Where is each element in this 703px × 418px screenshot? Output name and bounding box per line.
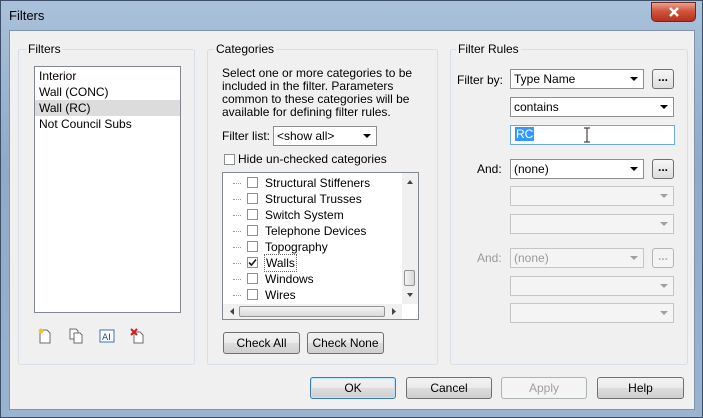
filter-item-wall-conc[interactable]: Wall (CONC) — [35, 84, 180, 100]
filter-by-value: Type Name — [514, 72, 576, 86]
and-value-2: (none) — [514, 251, 549, 265]
category-row[interactable]: Topography — [223, 239, 403, 255]
filter-list-dropdown[interactable]: <show all> — [273, 126, 377, 146]
category-checkbox-walls[interactable] — [247, 257, 258, 268]
rule-value-text: RC — [515, 127, 535, 141]
horizontal-scroll-thumb[interactable] — [239, 306, 385, 317]
and-more-button-2[interactable]: ... — [652, 248, 674, 268]
check-all-button[interactable]: Check All — [223, 332, 300, 354]
filters-list[interactable]: Interior Wall (CONC) Wall (RC) Not Counc… — [34, 66, 181, 313]
categories-vertical-scrollbar[interactable] — [402, 173, 418, 304]
svg-text:AI: AI — [102, 333, 111, 343]
category-checkbox[interactable] — [247, 193, 258, 204]
duplicate-filter-icon[interactable] — [68, 328, 84, 344]
category-label: Windows — [265, 272, 314, 286]
filter-rules-group-label: Filter Rules — [456, 42, 521, 56]
filters-dialog: Filters Filters Interior Wall (CONC) Wal… — [0, 0, 703, 418]
chevron-down-icon — [630, 256, 638, 260]
operator-dropdown[interactable]: contains — [510, 97, 674, 117]
apply-button[interactable]: Apply — [501, 377, 587, 399]
scroll-down-icon[interactable] — [402, 288, 418, 302]
categories-list[interactable]: Structural Stiffeners Structural Trusses… — [222, 172, 419, 320]
rename-filter-icon[interactable]: AI — [99, 328, 115, 344]
category-label: Topography — [265, 240, 328, 254]
chevron-down-icon — [363, 134, 371, 138]
check-none-button[interactable]: Check None — [307, 332, 384, 354]
and-value-1: (none) — [514, 162, 549, 176]
and-dropdown-1[interactable]: (none) — [510, 159, 644, 179]
filter-item-interior[interactable]: Interior — [35, 68, 180, 84]
window-title: Filters — [9, 8, 45, 23]
category-row[interactable]: Structural Trusses — [223, 191, 403, 207]
filter-by-dropdown[interactable]: Type Name — [510, 69, 644, 89]
filter-list-value: <show all> — [277, 129, 335, 143]
category-label: Walls — [264, 254, 297, 272]
cancel-button[interactable]: Cancel — [406, 377, 492, 399]
hide-unchecked-label: Hide un-checked categories — [238, 152, 387, 166]
category-checkbox[interactable] — [247, 225, 258, 236]
chevron-down-icon — [630, 77, 638, 81]
category-row[interactable]: Wires — [223, 287, 403, 303]
scroll-thumb[interactable] — [404, 270, 415, 286]
hide-unchecked-checkbox[interactable] — [224, 154, 235, 165]
scroll-left-icon[interactable] — [225, 304, 239, 319]
filter-item-not-council-subs[interactable]: Not Council Subs — [35, 116, 180, 132]
and-operator-dropdown-2[interactable] — [510, 276, 674, 296]
category-row[interactable]: Walls — [223, 254, 403, 272]
and-more-button-1[interactable]: ... — [652, 159, 674, 179]
and-label-2: And: — [477, 251, 502, 265]
category-label: Telephone Devices — [265, 224, 367, 238]
close-button[interactable] — [651, 2, 696, 22]
category-label: Switch System — [265, 208, 344, 222]
and-operator-dropdown-1[interactable] — [510, 186, 674, 206]
categories-group-label: Categories — [214, 42, 277, 56]
category-checkbox[interactable] — [247, 241, 258, 252]
rule-value-field[interactable]: RC — [510, 125, 675, 145]
category-label: Structural Trusses — [265, 192, 362, 206]
filter-list-label: Filter list: — [222, 129, 270, 143]
and-value-field-2[interactable] — [510, 303, 674, 323]
filter-by-more-button[interactable]: ... — [652, 69, 674, 89]
chevron-down-icon — [660, 311, 668, 315]
dialog-client-area: Filters Interior Wall (CONC) Wall (RC) N… — [9, 30, 695, 410]
scroll-up-icon[interactable] — [402, 175, 418, 189]
and-dropdown-2[interactable]: (none) — [510, 248, 644, 268]
category-checkbox[interactable] — [247, 209, 258, 220]
chevron-down-icon — [660, 194, 668, 198]
category-row[interactable]: Telephone Devices — [223, 223, 403, 239]
and-label-1: And: — [477, 162, 502, 176]
category-label: Structural Stiffeners — [265, 176, 371, 190]
categories-horizontal-scrollbar[interactable] — [223, 304, 402, 319]
chevron-down-icon — [630, 167, 638, 171]
chevron-down-icon — [660, 222, 668, 226]
checkmark-icon — [248, 258, 257, 267]
filter-by-label: Filter by: — [457, 73, 504, 87]
text-cursor-icon — [584, 127, 590, 143]
category-row[interactable]: Switch System — [223, 207, 403, 223]
new-filter-icon[interactable] — [37, 328, 53, 344]
chevron-down-icon — [660, 105, 668, 109]
category-row[interactable]: Windows — [223, 271, 403, 287]
filter-item-wall-rc[interactable]: Wall (RC) — [35, 100, 180, 116]
help-button[interactable]: Help — [597, 377, 684, 399]
operator-value: contains — [514, 100, 559, 114]
scroll-right-icon[interactable] — [387, 304, 401, 319]
category-label: Wires — [265, 288, 296, 302]
ok-button[interactable]: OK — [310, 377, 396, 399]
filters-group-label: Filters — [26, 42, 63, 56]
categories-description: Select one or more categories to be incl… — [222, 66, 413, 119]
category-checkbox[interactable] — [247, 289, 258, 300]
delete-filter-icon[interactable] — [130, 328, 146, 344]
category-row[interactable]: Structural Stiffeners — [223, 175, 403, 191]
category-checkbox[interactable] — [247, 177, 258, 188]
and-value-field-1[interactable] — [510, 214, 674, 234]
chevron-down-icon — [660, 284, 668, 288]
close-icon — [668, 7, 679, 17]
category-checkbox[interactable] — [247, 273, 258, 284]
